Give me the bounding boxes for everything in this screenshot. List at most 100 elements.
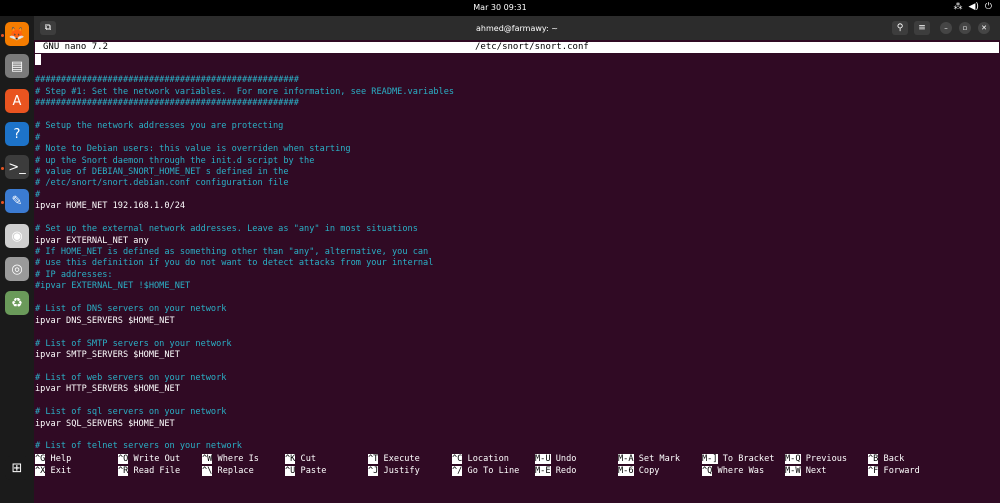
editor-line: # List of web servers on your network <box>35 372 227 383</box>
running-indicator <box>1 167 4 170</box>
trash-icon: ♻ <box>11 295 23 311</box>
editor-line: # up the Snort daemon through the init.d… <box>35 155 315 166</box>
dock: 🦊 ▤ A? >_ ✎ ◉ ◎ ♻ ⊞ <box>0 16 34 503</box>
shortcut-next[interactable]: M-W Next <box>785 465 826 477</box>
shortcut-paste[interactable]: ^U Paste <box>285 465 327 477</box>
power-icon[interactable]: ⏻ <box>985 2 992 12</box>
shortcut-key: M-A <box>618 454 634 464</box>
shortcut-redo[interactable]: M-E Redo <box>535 465 576 477</box>
shortcut-key: ^J <box>368 465 379 476</box>
dock-files[interactable]: ▤ <box>5 54 29 78</box>
maximize-button[interactable]: ▫ <box>959 22 971 34</box>
shortcut-label: Help <box>50 454 72 464</box>
shortcut-where-was[interactable]: ^Q Where Was <box>702 465 765 477</box>
editor-line: ########################################… <box>35 98 299 109</box>
editor-line: # Note to Debian users: this value is ov… <box>35 144 351 155</box>
shortcut-key: ^\ <box>202 465 213 476</box>
shortcut-label: Copy <box>638 465 660 476</box>
editor-line: # If HOME_NET is defined as something ot… <box>35 247 429 257</box>
shortcut-back[interactable]: ^B Back <box>868 454 904 465</box>
shortcut-execute[interactable]: ^T Execute <box>368 454 420 465</box>
editor-line: ########################################… <box>35 75 299 86</box>
search-icon: ⚲ <box>896 23 904 33</box>
dock-text-editor[interactable]: ✎ <box>5 189 29 213</box>
shortcut-write-out[interactable]: ^O Write Out <box>118 454 180 465</box>
top-bar: Mar 30 09:31 ⁂ ◀) ⏻ <box>0 0 1000 16</box>
shortcut-read-file[interactable]: ^R Read File <box>118 465 180 477</box>
shortcut-key: ^X <box>35 465 46 476</box>
dock-app-center[interactable]: A <box>5 89 29 113</box>
minimize-button[interactable]: – <box>940 22 952 34</box>
shortcut-key: ^O <box>118 454 129 464</box>
hamburger-icon: ≡ <box>918 23 926 33</box>
editor-line: # Setup the network addresses you are pr… <box>35 121 284 132</box>
shortcut-help[interactable]: ^G Help <box>35 454 71 465</box>
shortcut-cut[interactable]: ^K Cut <box>285 454 316 465</box>
shortcut-key: ^C <box>452 454 463 464</box>
shortcut-location[interactable]: ^C Location <box>452 454 509 465</box>
running-indicator <box>1 34 4 37</box>
editor-buffer[interactable]: ########################################… <box>35 64 999 453</box>
shortcut-label: Location <box>467 454 509 464</box>
editor-line: ipvar SMTP_SERVERS $HOME_NET <box>35 349 180 360</box>
firefox-icon: 🦊 <box>8 26 26 42</box>
shortcut-label: Previous <box>805 454 848 464</box>
terminal-window: ⧉ ahmed@farmawy: ~ ⚲ ≡ – ▫ ✕ GNU nano 7.… <box>34 16 1000 503</box>
shortcut-label: Exit <box>50 465 72 476</box>
file-path: /etc/snort/snort.conf <box>475 42 589 52</box>
maximize-icon: ▫ <box>962 24 968 32</box>
dock-terminal[interactable]: >_ <box>5 155 29 179</box>
volume-icon[interactable]: ◀) <box>968 2 978 12</box>
shortcut-label: Paste <box>300 465 327 476</box>
editor-line: # List of telnet servers on your network <box>35 441 242 452</box>
shortcut-set-mark[interactable]: M-A Set Mark <box>618 454 680 465</box>
dock-show-apps[interactable]: ⊞ <box>5 456 29 480</box>
editor-line: ipvar DNS_SERVERS $HOME_NET <box>35 315 175 326</box>
close-button[interactable]: ✕ <box>978 22 990 34</box>
search-button[interactable]: ⚲ <box>892 21 908 35</box>
editor-line: # <box>35 189 41 200</box>
shortcut-undo[interactable]: M-U Undo <box>535 454 576 465</box>
shortcut-key: M-6 <box>618 465 634 476</box>
dock-disk[interactable]: ◎ <box>5 257 29 281</box>
close-icon: ✕ <box>981 24 987 32</box>
shortcut-label: Write Out <box>133 454 181 464</box>
shortcut-label: Go To Line <box>467 465 520 476</box>
files-icon: ▤ <box>10 58 24 74</box>
shortcut-label: Where Was <box>717 465 765 476</box>
shortcut-go-to-line[interactable]: ^/ Go To Line <box>452 465 520 477</box>
shortcut-justify[interactable]: ^J Justify <box>368 465 420 477</box>
system-tray[interactable]: ⁂ ◀) ⏻ <box>953 2 992 12</box>
shortcut-to-bracket[interactable]: M-] To Bracket <box>702 454 774 465</box>
disk-icon: ◎ <box>11 261 23 277</box>
minimize-icon: – <box>944 24 948 32</box>
dvd-icon: ◉ <box>11 228 23 244</box>
shortcut-key: M-] <box>702 454 718 464</box>
shortcut-replace[interactable]: ^\ Replace <box>202 465 254 477</box>
shortcut-exit[interactable]: ^X Exit <box>35 465 72 477</box>
text-editor-icon: ✎ <box>11 193 23 209</box>
dock-dvd[interactable]: ◉ <box>5 224 29 248</box>
dock-trash[interactable]: ♻ <box>5 291 29 315</box>
shortcut-previous[interactable]: M-Q Previous <box>785 454 847 465</box>
shortcut-label: Execute <box>383 454 420 464</box>
shortcut-key: ^U <box>285 465 296 476</box>
shortcut-key: ^G <box>35 454 46 464</box>
shortcut-key: ^Q <box>702 465 713 476</box>
clock[interactable]: Mar 30 09:31 <box>0 3 1000 12</box>
dock-help[interactable]: ? <box>5 122 29 146</box>
app-center-icon: A <box>12 93 22 109</box>
terminal-headerbar: ⧉ ahmed@farmawy: ~ ⚲ ≡ – ▫ ✕ <box>34 16 1000 40</box>
shortcut-label: Where Is <box>217 454 259 464</box>
menu-button[interactable]: ≡ <box>914 21 930 35</box>
editor-line: # value of DEBIAN_SNORT_HOME_NET s defin… <box>35 166 289 177</box>
shortcut-label: Replace <box>217 465 254 476</box>
network-icon[interactable]: ⁂ <box>953 2 962 12</box>
shortcut-key: M-Q <box>785 454 801 464</box>
shortcut-copy[interactable]: M-6 Copy <box>618 465 660 477</box>
dock-firefox[interactable]: 🦊 <box>5 22 29 46</box>
shortcut-where-is[interactable]: ^W Where Is <box>202 454 259 465</box>
shortcut-forward[interactable]: ^F Forward <box>868 465 920 477</box>
